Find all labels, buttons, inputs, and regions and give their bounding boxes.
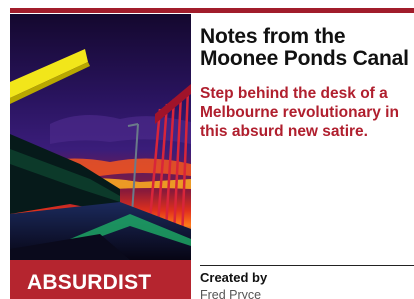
credit-label: Created by [200, 270, 268, 285]
credit-divider [200, 265, 414, 266]
accent-rule [10, 8, 414, 13]
credit-name[interactable]: Fred Pryce [200, 287, 261, 299]
story-card[interactable]: ABSURDIST Notes from the Moonee Ponds Ca… [10, 14, 414, 299]
story-title[interactable]: Notes from the Moonee Ponds Canal [200, 26, 414, 70]
story-blurb: Step behind the desk of a Melbourne revo… [200, 85, 399, 140]
cover-illustration [10, 14, 191, 260]
top-bar [0, 0, 414, 14]
category-band[interactable]: ABSURDIST [10, 260, 191, 299]
category-label: ABSURDIST [27, 271, 152, 294]
cover-artwork[interactable] [10, 14, 191, 260]
story-info: Notes from the Moonee Ponds Canal Step b… [200, 14, 414, 299]
